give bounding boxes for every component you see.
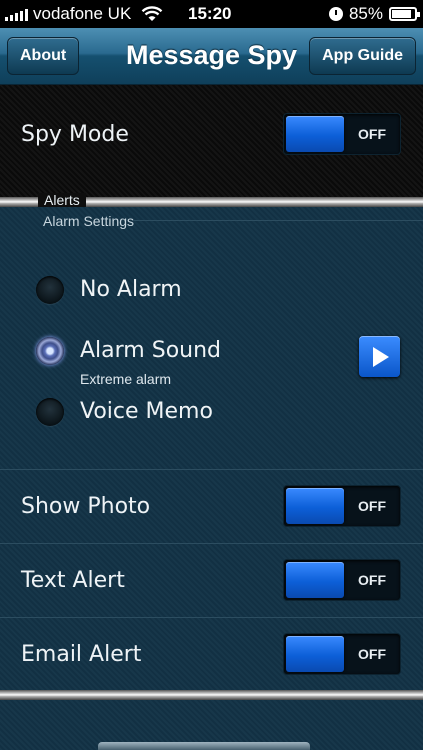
text-alert-row: Text Alert OFF — [0, 543, 423, 617]
show-photo-toggle[interactable]: OFF — [283, 485, 401, 527]
battery-percent: 85% — [348, 4, 383, 23]
voice-memo-label[interactable]: Voice Memo — [80, 399, 213, 424]
alarm-clock-icon — [328, 7, 343, 21]
toggle-knob — [286, 636, 344, 672]
carrier-name: vodafone UK — [33, 4, 132, 23]
spy-mode-section: Spy Mode OFF — [0, 85, 423, 199]
status-time: 15:20 — [188, 4, 232, 23]
battery-icon — [389, 7, 420, 21]
toggle-state-text: OFF — [358, 572, 386, 588]
battery-fill — [392, 10, 411, 18]
bottom-tab-handle[interactable] — [98, 742, 310, 750]
alerts-group-title: Alerts — [38, 193, 86, 207]
spy-mode-toggle[interactable]: OFF — [283, 113, 401, 155]
show-photo-label: Show Photo — [21, 494, 151, 519]
email-alert-toggle[interactable]: OFF — [283, 633, 401, 675]
text-alert-toggle[interactable]: OFF — [283, 559, 401, 601]
play-alarm-button[interactable] — [359, 336, 400, 377]
toggle-knob — [286, 488, 344, 524]
wifi-icon — [141, 6, 163, 21]
toggle-state-text: OFF — [358, 126, 386, 142]
email-alert-row: Email Alert OFF — [0, 617, 423, 691]
status-bar: vodafone UK 15:20 85% — [0, 0, 423, 28]
alarm-settings-label: Alarm Settings — [43, 213, 135, 229]
divider-line — [133, 220, 423, 221]
toggle-state-text: OFF — [358, 646, 386, 662]
voice-memo-radio[interactable] — [36, 398, 64, 426]
toggle-knob — [286, 116, 344, 152]
spy-mode-label: Spy Mode — [21, 122, 129, 147]
alarm-sound-label[interactable]: Alarm Sound — [80, 338, 221, 363]
no-alarm-radio[interactable] — [36, 276, 64, 304]
toggle-state-text: OFF — [358, 498, 386, 514]
show-photo-row: Show Photo OFF — [0, 469, 423, 543]
app-guide-button[interactable]: App Guide — [309, 37, 416, 75]
metal-divider — [0, 690, 423, 700]
navigation-bar: About Message Spy App Guide — [0, 28, 423, 85]
text-alert-label: Text Alert — [21, 568, 125, 593]
play-icon — [373, 347, 389, 367]
signal-strength-icon — [5, 7, 28, 21]
toggle-knob — [286, 562, 344, 598]
alarm-sound-subtitle: Extreme alarm — [80, 371, 172, 387]
alarm-sound-radio[interactable] — [36, 337, 64, 365]
email-alert-label: Email Alert — [21, 642, 142, 667]
no-alarm-label[interactable]: No Alarm — [80, 277, 182, 302]
